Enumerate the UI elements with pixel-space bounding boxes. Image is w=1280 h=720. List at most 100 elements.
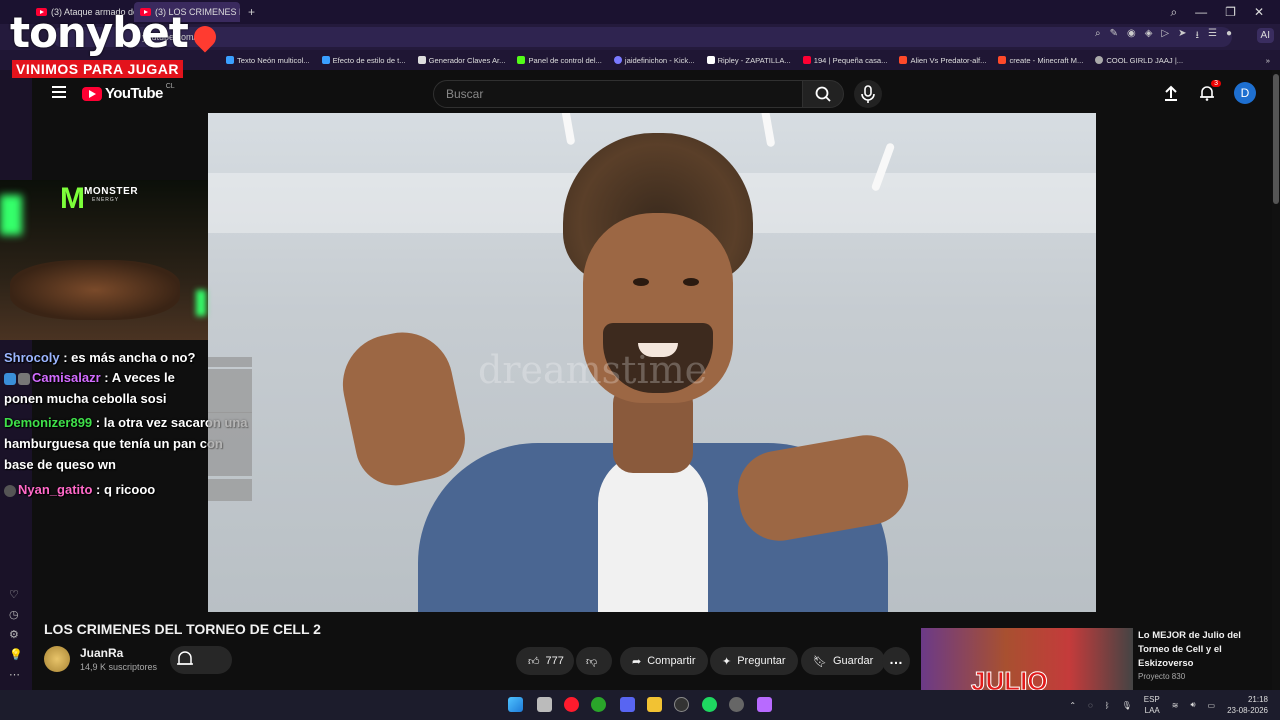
windows-start-icon[interactable] — [508, 697, 523, 712]
shield-icon[interactable]: ◈ — [1145, 28, 1153, 45]
recommended-title[interactable]: Lo MEJOR de Julio del Torneo de Cell y e… — [1138, 629, 1266, 671]
bookmark[interactable]: Ripley - ZAPATILLA... — [706, 56, 791, 65]
windows-taskbar: ⌃ ◌ ᛒ 🎙︎ ESP LAA ≋ 🔊︎ ▭ 21:18 23-08-2026 — [0, 690, 1280, 720]
obs-icon[interactable] — [674, 697, 689, 712]
dislike-button[interactable]: 👎︎ — [576, 647, 612, 675]
xbox-icon[interactable] — [591, 697, 606, 712]
chevron-up-icon[interactable]: ⌃ — [1069, 701, 1076, 710]
bookmark[interactable]: 194 | Pequeña casa... — [802, 56, 887, 65]
minimize-icon[interactable]: — — [1195, 5, 1207, 19]
lightbulb-icon[interactable]: 💡 — [9, 648, 23, 661]
search-tabs-icon[interactable]: ⌕ — [1170, 5, 1177, 20]
notifications-button[interactable]: 3 — [1198, 80, 1221, 102]
microphone-icon[interactable]: 🎙︎ — [1122, 701, 1132, 710]
edit-icon[interactable]: ✎ — [1110, 28, 1118, 45]
chat-bg — [208, 479, 252, 501]
window-controls: ⌕ — ❐ ✕ — [1170, 0, 1264, 24]
person-tshirt — [598, 453, 708, 612]
bookmark-icon — [613, 56, 622, 64]
youtube-play-icon — [82, 86, 102, 101]
address-field[interactable]: youtube.com/ — [52, 27, 1232, 47]
ceiling-light — [760, 113, 776, 148]
heart-icon[interactable]: ♡ — [9, 588, 19, 601]
bookmark[interactable]: Efecto de estilo de t... — [321, 55, 406, 65]
play-icon[interactable]: ▷ — [1161, 28, 1169, 45]
download-icon[interactable]: ⭳ — [1195, 28, 1199, 45]
file-explorer-icon[interactable] — [647, 697, 662, 712]
app-icon[interactable] — [757, 697, 772, 712]
header-actions: 3 D — [1162, 80, 1256, 104]
page-scrollbar[interactable] — [1272, 70, 1280, 690]
upload-icon[interactable] — [1162, 84, 1180, 102]
discord-icon[interactable] — [620, 697, 635, 712]
bookmark-label: Efecto de estilo de t... — [332, 55, 406, 65]
person-eye — [633, 278, 649, 286]
history-icon[interactable]: ◷ — [9, 608, 19, 621]
camera-icon[interactable]: ◉ — [1127, 28, 1136, 45]
video-player[interactable]: dreamstime — [208, 113, 1096, 612]
scrollbar-thumb[interactable] — [1273, 74, 1279, 204]
youtube-logo[interactable]: YouTube CL — [82, 83, 175, 102]
send-icon[interactable]: ➤ — [1178, 28, 1186, 45]
bookmark[interactable]: Generador Claves Ar... — [417, 56, 505, 65]
bookmark-icon: 🔖︎ — [813, 655, 827, 668]
bookmark-icon — [1095, 56, 1104, 64]
chat-message: Camisalazr : A veces le ponen mucha cebo… — [0, 367, 252, 413]
network-icon[interactable]: ◌ — [1088, 701, 1093, 710]
chrome-icon[interactable] — [729, 697, 744, 712]
battery-icon[interactable]: ▭ — [1208, 701, 1216, 710]
settings-icon[interactable]: ⚙ — [9, 628, 19, 641]
voice-search-button[interactable] — [854, 80, 882, 108]
menu-icon[interactable]: ☰ — [1208, 28, 1217, 45]
green-light — [196, 290, 206, 316]
wifi-icon[interactable]: ≋ — [1172, 701, 1179, 710]
zoom-icon[interactable]: ⌕ — [1095, 28, 1101, 45]
bluetooth-icon[interactable]: ᛒ — [1105, 701, 1110, 710]
more-icon[interactable]: ⋯ — [9, 668, 20, 681]
like-button[interactable]: 👍︎ 777 — [516, 647, 574, 675]
recommended-video[interactable]: JULIO Lo MEJOR de Julio del Torneo de Ce… — [921, 628, 1271, 690]
language-indicator[interactable]: ESP LAA — [1144, 694, 1160, 716]
clock[interactable]: 21:18 23-08-2026 — [1227, 694, 1268, 716]
new-tab-button[interactable]: + — [248, 5, 255, 19]
thumbs-down-icon: 👎︎ — [586, 655, 598, 668]
sponsor-overlay: tonybet VINIMOS PARA JUGAR — [6, 8, 221, 80]
ai-button[interactable]: AI — [1256, 28, 1274, 43]
volume-icon[interactable]: 🔊︎ — [1190, 700, 1195, 710]
search-button[interactable] — [802, 80, 844, 108]
ask-button[interactable]: ✦ Preguntar — [710, 647, 798, 675]
channel-avatar[interactable] — [44, 646, 70, 672]
opera-icon[interactable] — [564, 697, 579, 712]
bookmark[interactable]: create - Minecraft M... — [998, 56, 1083, 65]
recommended-channel: Proyecto 830 — [1138, 672, 1186, 681]
channel-name[interactable]: JuanRa — [80, 646, 123, 660]
clock-time: 21:18 — [1247, 695, 1268, 704]
document-icon — [417, 56, 426, 64]
bell-icon — [177, 651, 193, 665]
bookmark[interactable]: Alien Vs Predator-alf... — [899, 56, 986, 65]
burger-image — [10, 260, 180, 320]
spotify-icon[interactable] — [702, 697, 717, 712]
tonybet-tagline: VINIMOS PARA JUGAR — [12, 60, 184, 78]
bookmarks-overflow-icon[interactable]: » — [1266, 56, 1270, 65]
share-button[interactable]: ➦ Compartir — [620, 647, 708, 675]
bookmark-icon — [998, 56, 1007, 64]
chat-bg — [208, 412, 252, 476]
more-actions-button[interactable]: … — [882, 647, 910, 675]
bookmark[interactable]: jaidefinichon - Kick... — [613, 56, 695, 65]
restore-icon[interactable]: ❐ — [1225, 5, 1236, 19]
bookmark[interactable]: COOL GIRLD JAAJ |... — [1095, 56, 1183, 65]
search-input[interactable]: Buscar — [433, 80, 803, 108]
share-label: Compartir — [647, 655, 696, 667]
save-button[interactable]: 🔖︎ Guardar — [801, 647, 886, 675]
task-view-icon[interactable] — [537, 697, 552, 712]
subscription-bell-button[interactable] — [170, 646, 232, 674]
recommended-thumbnail[interactable]: JULIO — [921, 628, 1133, 690]
bookmark[interactable]: Panel de control del... — [517, 56, 602, 65]
menu-icon[interactable] — [52, 86, 66, 98]
close-icon[interactable]: ✕ — [1254, 5, 1264, 19]
profile-icon[interactable]: ● — [1226, 28, 1232, 45]
watermark: dreamstime — [478, 348, 708, 392]
account-avatar[interactable]: D — [1234, 82, 1256, 104]
bookmark[interactable]: Texto Neón multicol... — [226, 56, 310, 65]
